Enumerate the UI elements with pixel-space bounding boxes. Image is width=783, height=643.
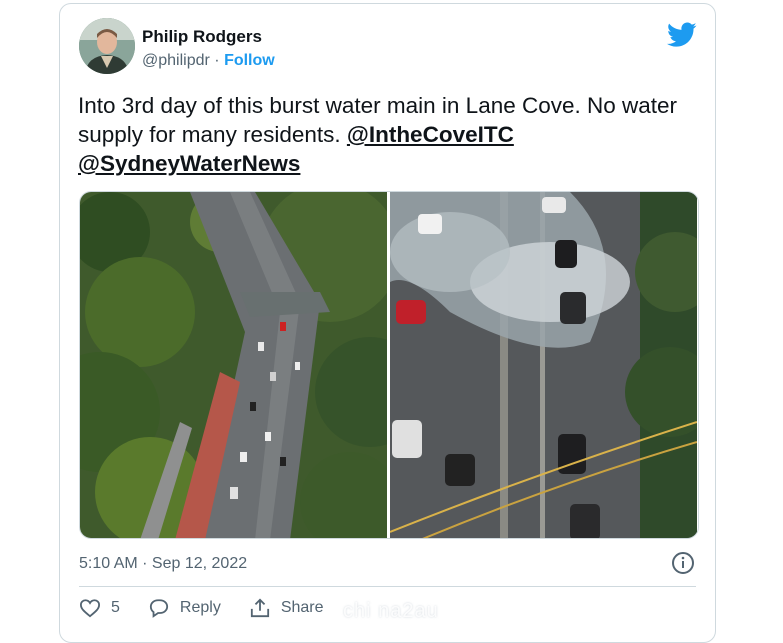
tweet-card: Philip Rodgers @philipdr · Follow Into 3… bbox=[59, 3, 716, 643]
like-count: 5 bbox=[111, 599, 120, 616]
divider bbox=[79, 586, 696, 587]
info-icon[interactable] bbox=[671, 551, 695, 575]
like-button[interactable]: 5 bbox=[79, 598, 120, 618]
photo-aerial-road-traffic[interactable] bbox=[80, 192, 387, 538]
handle-separator: · bbox=[214, 52, 220, 69]
reply-icon bbox=[149, 599, 168, 618]
photo-burst-water-main-road[interactable] bbox=[390, 192, 697, 538]
mention-link[interactable]: @IntheCoveITC bbox=[347, 122, 514, 147]
reply-button[interactable]: Reply bbox=[148, 598, 221, 618]
tweet-actions: 5 Reply Share bbox=[79, 598, 352, 618]
tweet-timestamp[interactable]: 5:10 AM · Sep 12, 2022 bbox=[79, 555, 247, 573]
media-grid bbox=[79, 191, 699, 539]
mention-link[interactable]: @SydneyWaterNews bbox=[78, 151, 300, 176]
share-icon bbox=[250, 598, 269, 618]
twitter-bird-icon[interactable] bbox=[667, 22, 697, 48]
author-name[interactable]: Philip Rodgers bbox=[142, 27, 262, 47]
reply-label: Reply bbox=[179, 599, 221, 616]
heart-icon bbox=[79, 599, 101, 618]
author-avatar[interactable] bbox=[79, 18, 135, 74]
author-handle-row: @philipdr · Follow bbox=[142, 52, 275, 70]
share-button[interactable]: Share bbox=[249, 598, 324, 618]
author-handle[interactable]: @philipdr bbox=[142, 52, 210, 69]
follow-button[interactable]: Follow bbox=[224, 52, 275, 69]
tweet-text: Into 3rd day of this burst water main in… bbox=[78, 91, 688, 178]
avatar-photo bbox=[79, 18, 135, 74]
watermark: chi na2au bbox=[343, 600, 439, 622]
share-label: Share bbox=[280, 599, 324, 616]
